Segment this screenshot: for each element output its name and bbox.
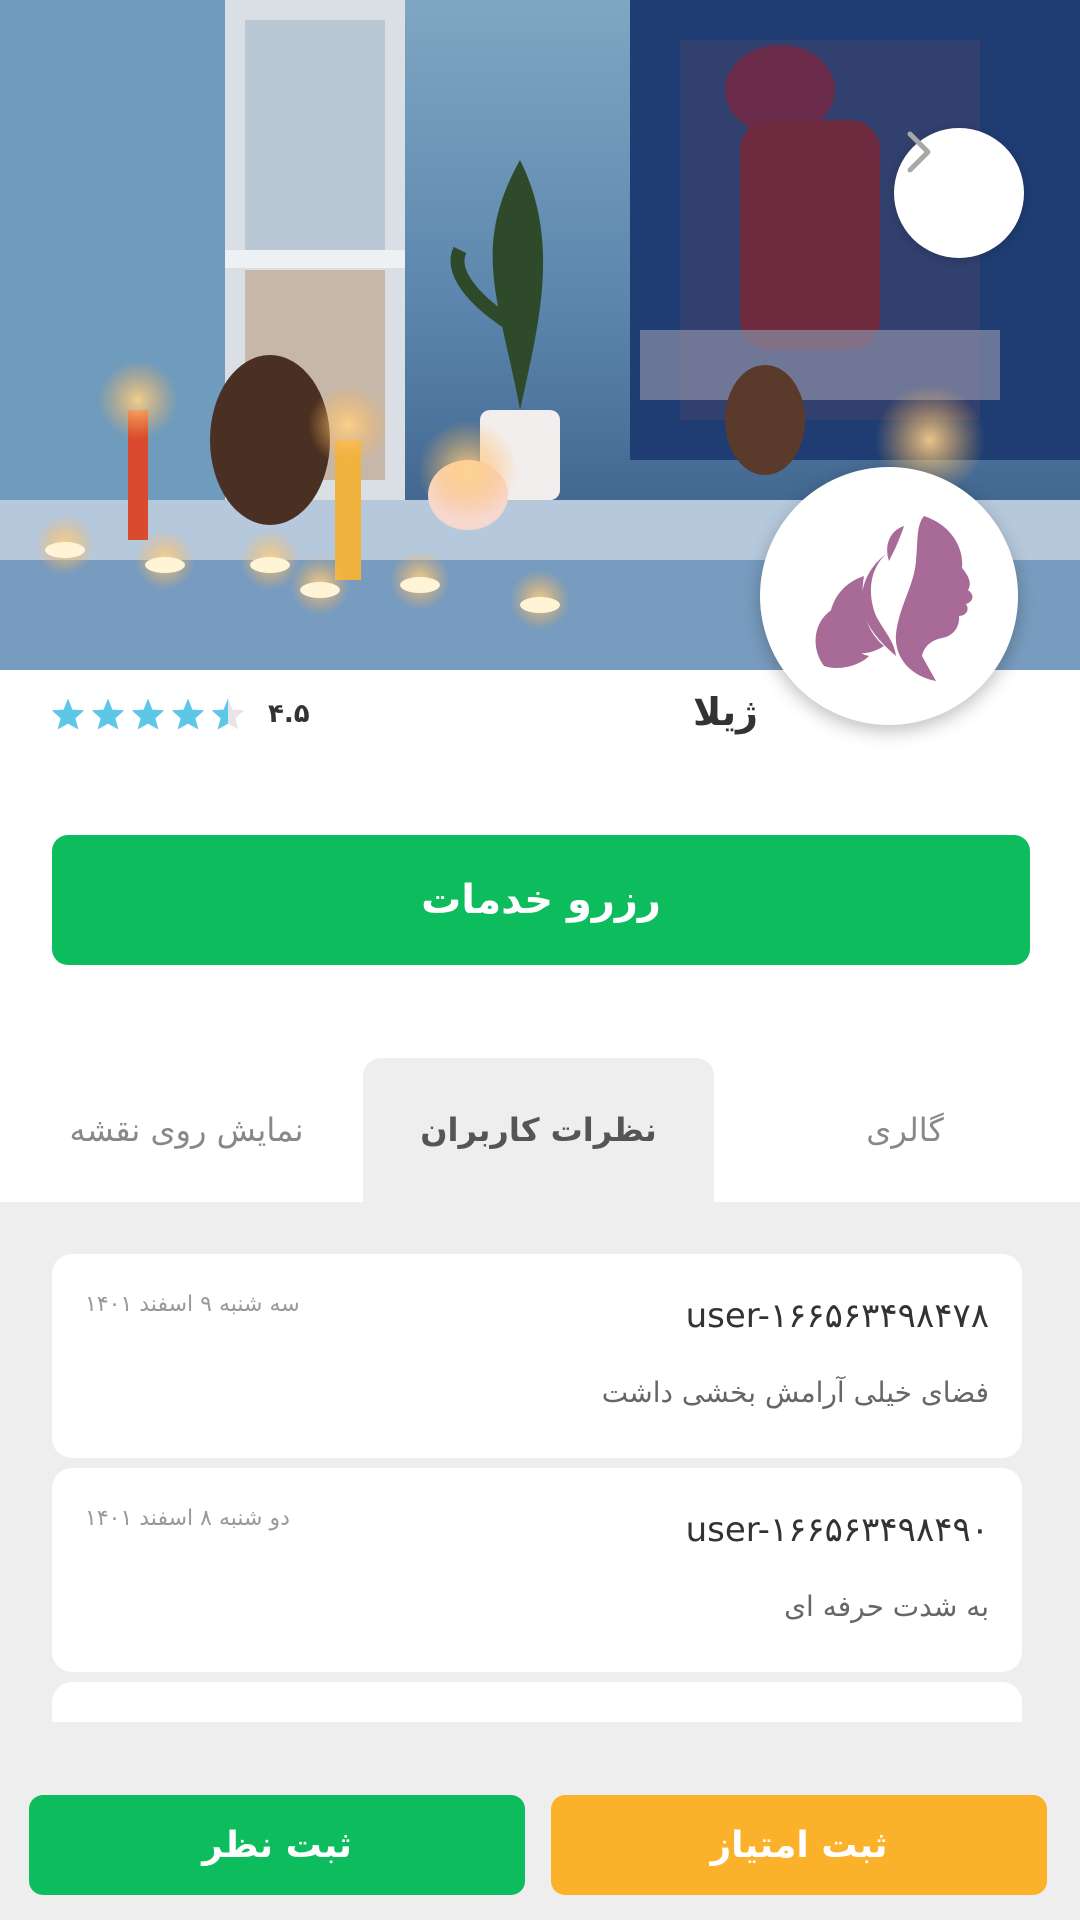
salon-logo [760,467,1018,725]
review-card: user-۱۶۶۵۶۳۴۹۸۴۹۰ دو شنبه ۸ اسفند ۱۴۰۱ ب… [52,1468,1022,1672]
submit-comment-button[interactable]: ثبت نظر [29,1795,525,1895]
review-date: دو شنبه ۸ اسفند ۱۴۰۱ [85,1506,290,1531]
star-full-icon [91,698,125,730]
star-full-icon [171,698,205,730]
tab-user-reviews[interactable]: نظرات کاربران [363,1058,714,1202]
review-text: به شدت حرفه ای [784,1590,989,1623]
chevron-right-icon [907,131,931,173]
review-date: سه شنبه ۹ اسفند ۱۴۰۱ [85,1292,300,1317]
salon-name: ژیلا [693,690,758,734]
review-card: user-۱۶۶۵۶۳۴۹۸۴۷۸ سه شنبه ۹ اسفند ۱۴۰۱ ف… [52,1254,1022,1458]
review-card [52,1682,1022,1722]
tab-show-on-map[interactable]: نمایش روی نقشه [0,1058,373,1202]
reviews-list[interactable]: user-۱۶۶۵۶۳۴۹۸۴۷۸ سه شنبه ۹ اسفند ۱۴۰۱ ف… [0,1202,1080,1722]
next-image-button[interactable] [894,128,1024,258]
rating-stars [50,697,246,731]
rating-value: ۴.۵ [268,699,310,729]
bottom-action-bar: ثبت نظر ثبت امتیاز [0,1722,1080,1920]
star-full-icon [51,698,85,730]
lotus-woman-profile-icon [815,516,973,681]
star-full-icon [131,698,165,730]
tab-gallery[interactable]: گالری [730,1058,1080,1202]
star-half-icon [211,698,245,730]
rating: ۴.۵ [50,697,310,731]
book-services-button[interactable]: رزرو خدمات [52,835,1030,965]
review-user: user-۱۶۶۵۶۳۴۹۸۴۹۰ [685,1510,989,1550]
review-text: فضای خیلی آرامش بخشی داشت [601,1376,989,1409]
submit-rating-button[interactable]: ثبت امتیاز [551,1795,1047,1895]
tab-bar: گالری نظرات کاربران نمایش روی نقشه [0,1058,1080,1202]
review-user: user-۱۶۶۵۶۳۴۹۸۴۷۸ [685,1296,989,1336]
